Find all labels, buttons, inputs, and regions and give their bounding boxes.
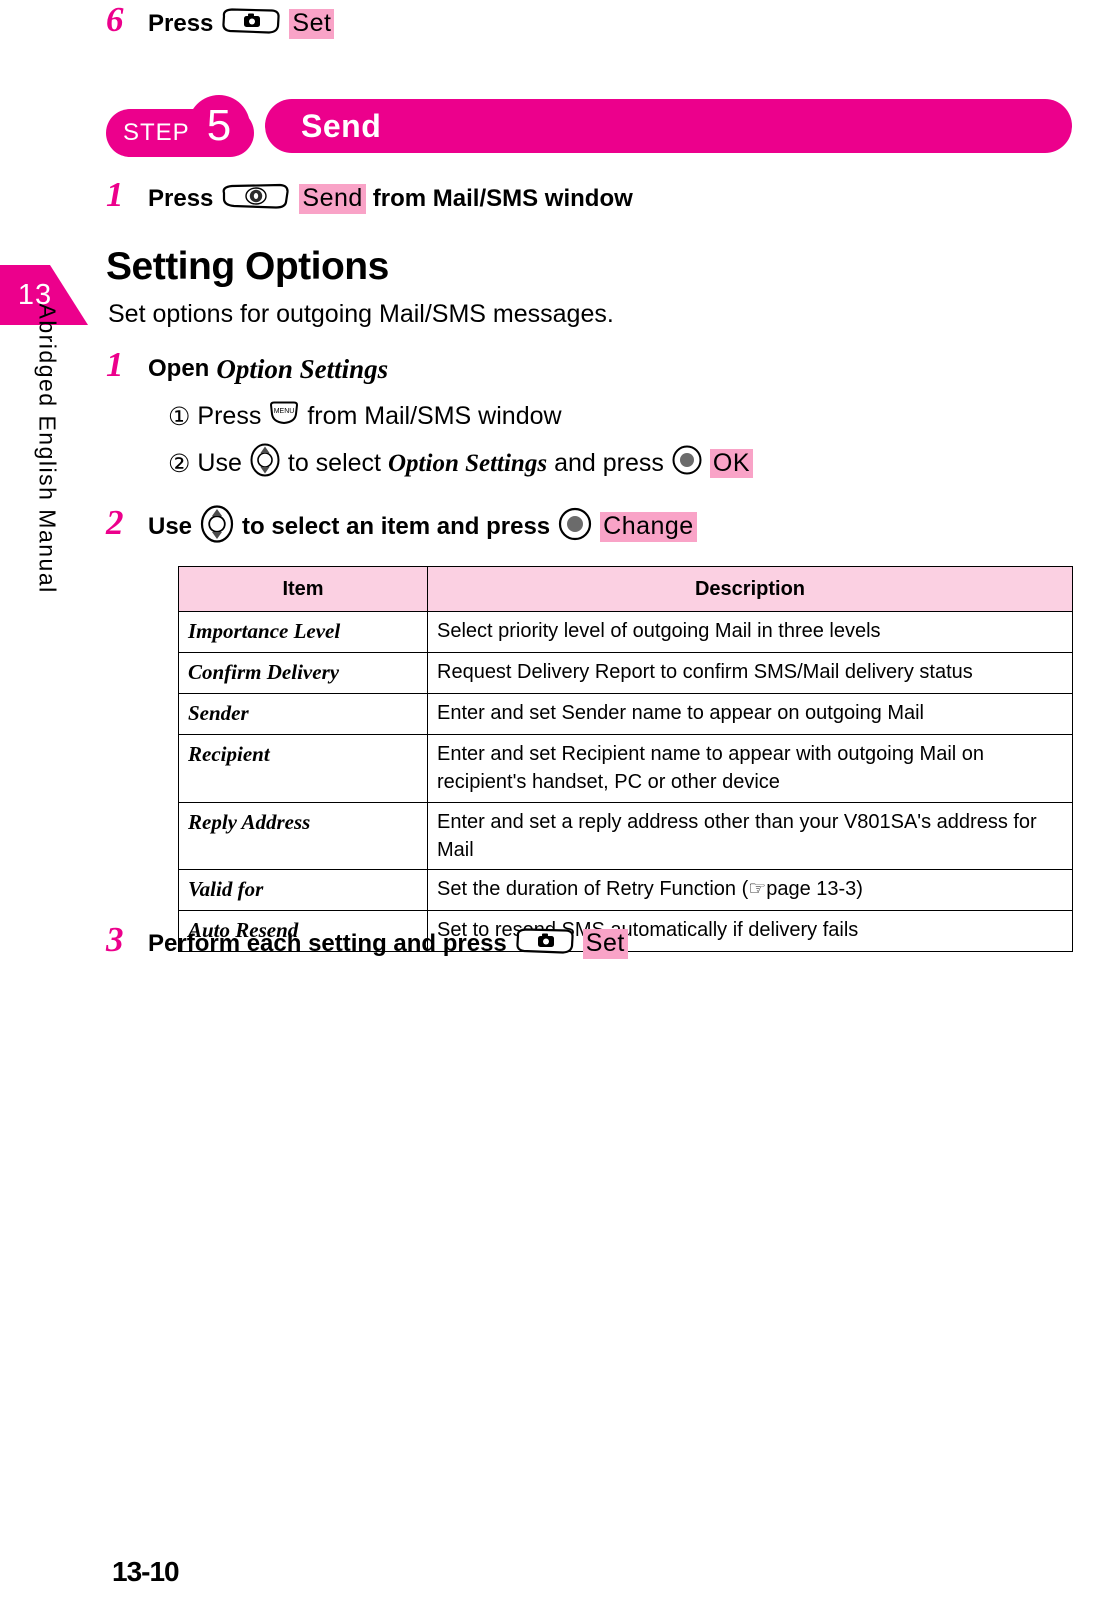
page-number: 13-10: [112, 1556, 180, 1587]
step-row-open-option-settings: 1 Open Option Settings: [106, 345, 388, 385]
step-suffix: from Mail/SMS window: [372, 185, 633, 212]
manual-vertical-label: Abridged English Manual: [34, 303, 61, 594]
table-row: Sender Enter and set Sender name to appe…: [178, 693, 1073, 735]
option-settings-table: Item Description Importance Level Select…: [178, 565, 1073, 953]
step-text: Open Option Settings: [148, 354, 388, 385]
table-cell-description: Request Delivery Report to confirm SMS/M…: [427, 652, 1073, 695]
navigation-updown-key-icon: [249, 443, 281, 484]
substep-italic-option-settings: Option Settings: [388, 449, 548, 477]
table-cell-description: Enter and set a reply address other than…: [427, 801, 1073, 871]
step-verb: Open: [148, 355, 210, 382]
table-cell-item: Sender: [178, 693, 428, 735]
navigation-updown-key-icon: [199, 504, 235, 550]
step-text: Perform each setting and press Set: [148, 927, 628, 962]
softkey-label-change: Change: [600, 512, 697, 542]
substep-verb: Use: [197, 449, 242, 477]
softkey-label-set: Set: [289, 9, 335, 39]
substep-marker: ②: [168, 449, 191, 478]
step-text: Press Set: [148, 7, 335, 42]
table-cell-description: Enter and set Sender name to appear on o…: [427, 693, 1073, 735]
table-row: Reply Address Enter and set a reply addr…: [178, 801, 1073, 871]
step-verb: Press: [148, 185, 214, 212]
step-number: 1: [106, 345, 124, 384]
menu-key-icon: MENU: [268, 400, 300, 433]
table-row: Valid for Set the duration of Retry Func…: [178, 869, 1073, 912]
step-row-press-set: 6 Press Set: [106, 0, 335, 42]
left-softkey-camera-icon: [514, 927, 576, 962]
table-cell-item: Recipient: [178, 733, 428, 803]
table-cell-description: Select priority level of outgoing Mail i…: [427, 611, 1073, 654]
table-cell-item: Confirm Delivery: [178, 652, 428, 695]
substep-marker: ①: [168, 402, 191, 431]
step-label: Perform each setting and press: [148, 930, 507, 957]
table-header-item: Item: [178, 565, 428, 613]
step-number: 3: [106, 920, 124, 959]
substep-press-menu: ① Press MENU from Mail/SMS window: [168, 400, 562, 433]
substep-verb: Press: [197, 402, 262, 430]
step-row-perform-setting: 3 Perform each setting and press Set: [106, 920, 628, 962]
substep-mid2: and press: [554, 449, 664, 477]
step-banner-bar: [265, 99, 1072, 153]
step-number: 2: [106, 503, 124, 542]
substep-select-option-settings: ② Use to select Option Settings and pres…: [168, 443, 753, 484]
table-cell-description: Enter and set Recipient name to appear w…: [427, 733, 1073, 803]
step-banner-title: Send: [301, 107, 382, 144]
softkey-label-ok: OK: [709, 448, 753, 479]
step-banner: Send STEP 5: [106, 95, 1076, 157]
table-cell-description: Set the duration of Retry Function (☞pag…: [427, 869, 1073, 912]
softkey-label-send: Send: [299, 184, 366, 214]
step-badge-number: 5: [206, 101, 232, 150]
step-text: Press Send from Mail/SMS window: [148, 182, 633, 217]
step-badge: STEP 5: [106, 95, 261, 157]
send-key-icon: [220, 182, 292, 217]
step-title-italic: Option Settings: [216, 353, 389, 384]
substep-suffix: from Mail/SMS window: [307, 402, 562, 430]
center-select-key-icon: [557, 507, 593, 548]
table-header-description: Description: [427, 565, 1073, 613]
table-cell-item: Valid for: [178, 869, 428, 912]
table-row: Importance Level Select priority level o…: [178, 611, 1073, 654]
table-cell-item: Reply Address: [178, 801, 428, 871]
step-number: 1: [106, 175, 124, 214]
softkey-label-set: Set: [582, 929, 628, 959]
center-select-key-icon: [671, 445, 703, 482]
step-row-press-send: 1 Press Send from Mail/SMS window: [106, 175, 633, 217]
section-heading: Setting Options: [106, 245, 389, 288]
step-badge-word: STEP: [123, 119, 190, 146]
section-intro: Set options for outgoing Mail/SMS messag…: [108, 300, 614, 328]
table-header-row: Item Description: [178, 565, 1073, 613]
step-number: 6: [106, 0, 124, 39]
table-row: Recipient Enter and set Recipient name t…: [178, 733, 1073, 803]
table-row: Confirm Delivery Request Delivery Report…: [178, 652, 1073, 695]
substep-mid: to select: [287, 449, 381, 477]
step-mid: to select an item and press: [242, 513, 551, 540]
step-text: Use to select an item and press Change: [148, 504, 697, 550]
table-cell-item: Importance Level: [178, 611, 428, 654]
step-row-select-item: 2 Use to select an item and press Change: [106, 503, 697, 550]
left-softkey-camera-icon: [220, 7, 282, 42]
step-verb: Press: [148, 10, 214, 37]
svg-text:MENU: MENU: [274, 408, 295, 415]
step-verb: Use: [148, 513, 193, 540]
